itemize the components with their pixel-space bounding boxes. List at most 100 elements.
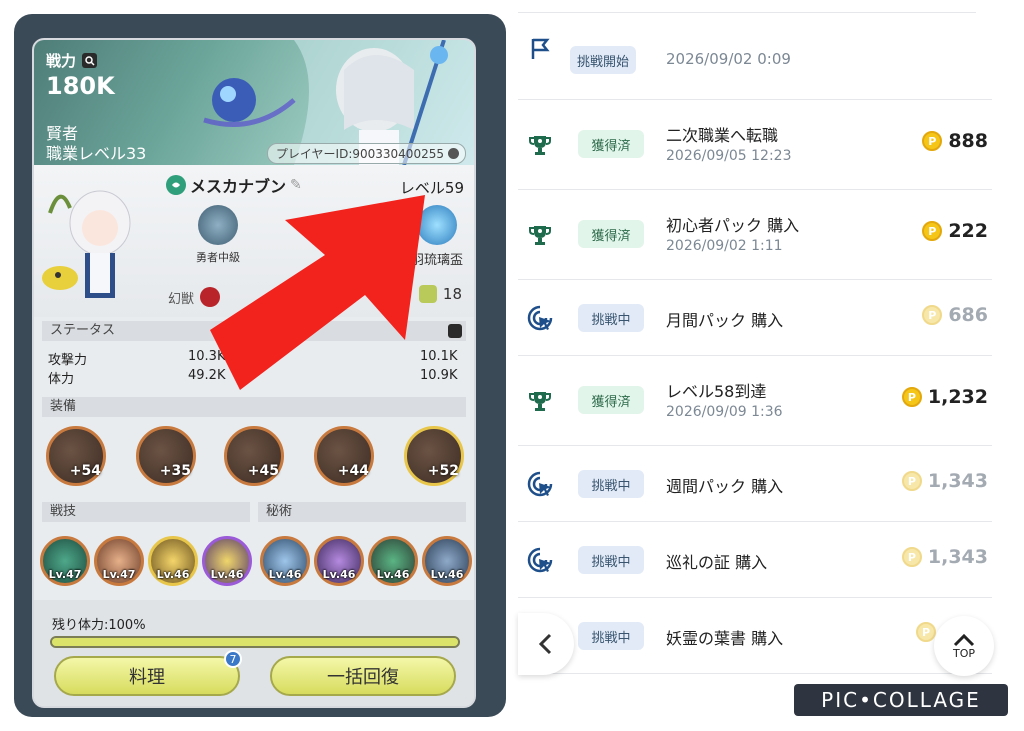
status-header-text: ステータス [50, 323, 116, 338]
cook-button[interactable]: 料理 7 [54, 650, 242, 696]
screenshot-root: 戦力 180K 賢者 職業レベル33 プレイヤーID:900330400255 [0, 0, 1024, 731]
cursor-icon [526, 304, 554, 332]
equip-slot-3[interactable]: +45 [224, 426, 284, 486]
chevron-left-icon [538, 633, 552, 655]
skill-level: Lv.46 [430, 568, 464, 581]
power-label: 戦力 [46, 50, 98, 71]
skill-header-text: 戦技 [50, 504, 77, 519]
points-value: 1,343 [927, 470, 988, 492]
row-divider [518, 673, 992, 674]
remaining-hp-label: 残り体力:100% [52, 618, 146, 633]
likes-row[interactable]: 18 [418, 285, 462, 303]
player-id-text: プレイヤーID:900330400255 [275, 147, 444, 161]
list-item[interactable]: 挑戦中 巡礼の証 購入 P 1,343 [518, 522, 992, 598]
coin-icon: P [901, 547, 922, 567]
skill-level: Lv.46 [376, 568, 410, 581]
trophy-icon [526, 387, 554, 415]
status-badge: 獲得済 [578, 386, 644, 414]
mission-list: 挑戦開始 2026/09/02 0:09 獲得済 二次職業へ転職 2026/09/05 … [518, 0, 994, 731]
equip-slot-4[interactable]: +44 [314, 426, 374, 486]
status-badge: 挑戦中 [578, 546, 644, 574]
power-label-text: 戦力 [46, 52, 77, 70]
skill-level: Lv.46 [156, 568, 190, 581]
faction-icon [166, 175, 186, 195]
skill-slot-3[interactable]: Lv.46 [148, 536, 198, 586]
secret-slot-2[interactable]: Lv.46 [314, 536, 364, 586]
mission-title: 月間パック 購入 [666, 311, 784, 330]
secret-slot-4[interactable]: Lv.46 [422, 536, 472, 586]
points-reward: P 686 [922, 304, 988, 326]
coin-icon: P [922, 305, 943, 325]
equipment-header: 装備 [42, 397, 466, 417]
mission-title: 二次職業へ転職 [666, 126, 779, 145]
cursor-icon [526, 546, 554, 574]
skill-level: Lv.46 [268, 568, 302, 581]
list-item[interactable]: 挑戦中 妖霊の葉書 購入 P [518, 598, 992, 674]
scroll-top-button[interactable]: TOP [934, 616, 994, 676]
cook-button-label: 料理 [129, 667, 165, 688]
status-badge: 獲得済 [578, 130, 644, 158]
equip-slot-2[interactable]: +35 [136, 426, 196, 486]
completion-date: 2026/09/02 1:11 [666, 238, 783, 254]
start-date: 2026/09/02 0:09 [666, 50, 791, 68]
coin-icon: P [916, 622, 936, 642]
skill-slot-1[interactable]: Lv.47 [40, 536, 90, 586]
player-id[interactable]: プレイヤーID:900330400255 [266, 143, 466, 164]
points-value: 686 [948, 304, 988, 326]
skill-level: Lv.46 [322, 568, 356, 581]
list-item[interactable]: 挑戦中 月間パック 購入 P 686 [518, 280, 992, 356]
secret-header-text: 秘術 [266, 504, 293, 519]
list-item[interactable]: 獲得済 初心者パック 購入 2026/09/02 1:11 P 222 [518, 190, 992, 280]
secret-header: 秘術 [258, 502, 466, 522]
mission-title: 巡礼の証 購入 [666, 553, 768, 572]
points-reward: P 1,343 [901, 546, 988, 568]
beast-label: 幻獣 [168, 291, 195, 307]
recover-all-button[interactable]: 一括回復 [270, 656, 456, 696]
mission-title: レベル58到達 [666, 382, 767, 401]
search-icon[interactable] [82, 53, 98, 68]
list-item[interactable]: 挑戦中 週間パック 購入 P 1,343 [518, 446, 992, 522]
status-badge: 挑戦中 [578, 622, 644, 650]
list-item[interactable]: 獲得済 レベル58到達 2026/09/09 1:36 P 1,232 [518, 356, 992, 446]
equip-slot-5[interactable]: +52 [404, 426, 464, 486]
points-reward: P [916, 622, 936, 642]
coin-icon: P [922, 221, 943, 241]
chevron-up-icon [953, 633, 975, 646]
copy-icon[interactable] [448, 148, 459, 159]
skill-level: Lv.46 [210, 568, 244, 581]
flag-icon [526, 35, 554, 63]
watermark: PIC•COLLAGE [794, 684, 1008, 716]
equipment-header-text: 装備 [50, 399, 77, 414]
status-badge: 挑戦開始 [570, 46, 636, 74]
equip-level: +54 [69, 463, 101, 479]
points-reward: P 222 [922, 220, 988, 242]
coin-icon: P [922, 131, 943, 151]
power-value: 180K [46, 72, 115, 100]
status-badge: 獲得済 [578, 220, 644, 248]
mission-title: 妖霊の葉書 購入 [666, 629, 784, 648]
equip-slot-1[interactable]: +54 [46, 426, 106, 486]
points-reward: P 888 [922, 130, 988, 152]
bottom-panel: 残り体力:100% 料理 7 一括回復 [34, 600, 474, 706]
character-portrait [42, 190, 131, 298]
hp-bar [50, 636, 460, 648]
hp-bar-fill [52, 638, 458, 646]
skill-slot-2[interactable]: Lv.47 [94, 536, 144, 586]
skill-slot-4[interactable]: Lv.46 [202, 536, 252, 586]
secret-slot-1[interactable]: Lv.46 [260, 536, 310, 586]
scroll-top-label: TOP [952, 646, 975, 660]
points-reward: P 1,232 [901, 386, 988, 408]
equip-level: +44 [337, 463, 369, 479]
secret-slot-3[interactable]: Lv.46 [368, 536, 418, 586]
mission-title: 週間パック 購入 [666, 477, 784, 496]
list-item[interactable]: 獲得済 二次職業へ転職 2026/09/05 12:23 P 888 [518, 100, 992, 190]
list-item[interactable]: 挑戦開始 2026/09/02 0:09 [518, 22, 992, 100]
class-level: 職業レベル33 [46, 144, 147, 163]
skill-level: Lv.47 [48, 568, 82, 581]
points-value: 222 [948, 220, 988, 242]
completion-date: 2026/09/05 12:23 [666, 148, 792, 164]
stat-right-2: 10.9K [420, 368, 458, 383]
equip-level: +52 [427, 463, 459, 479]
stat-atk-label: 攻撃力 [48, 353, 88, 368]
status-search-icon[interactable] [448, 324, 462, 338]
